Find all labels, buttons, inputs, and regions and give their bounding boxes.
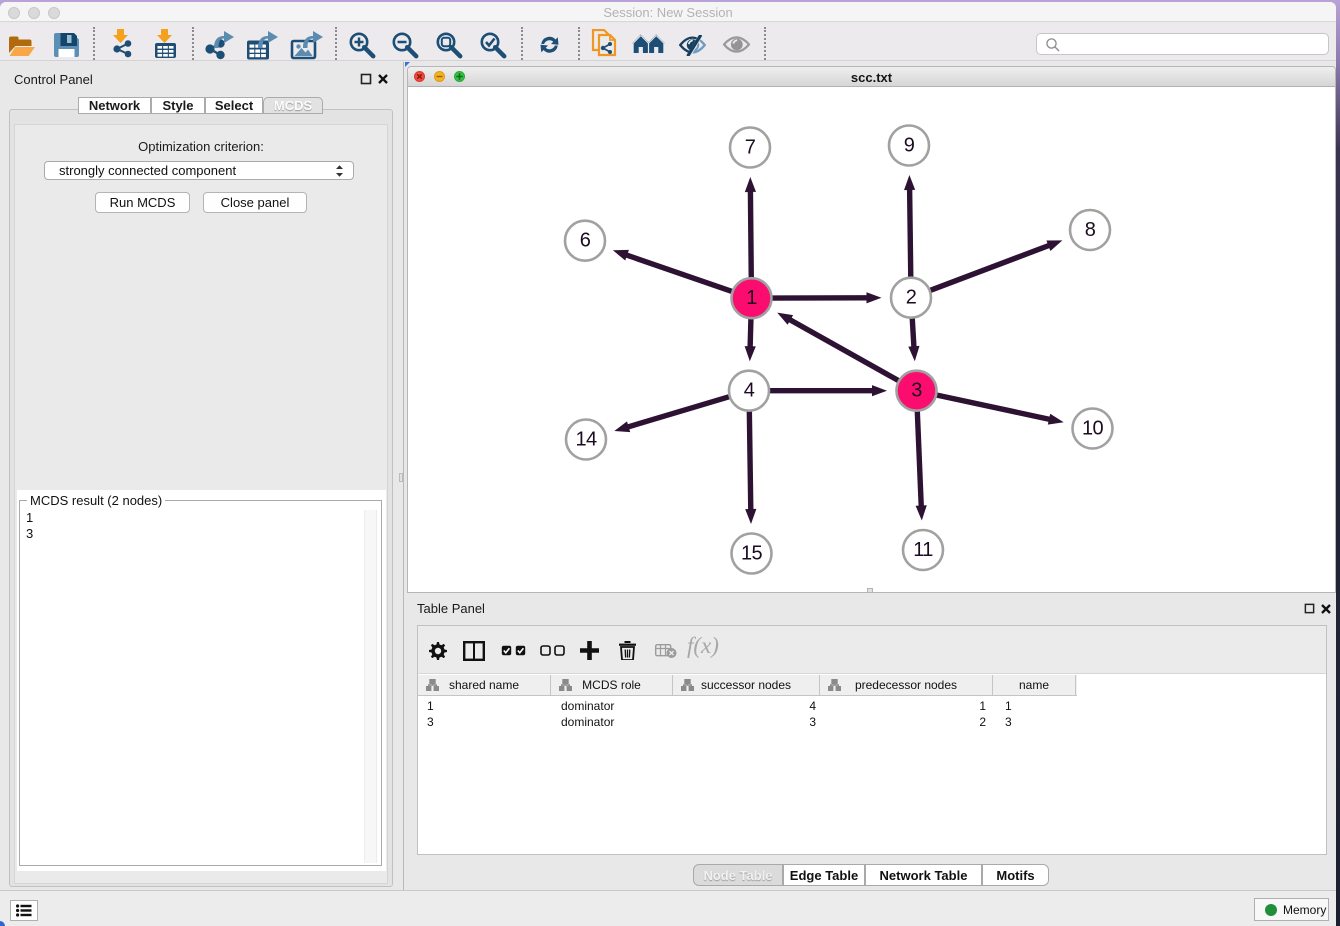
- svg-text:4: 4: [744, 380, 755, 402]
- svg-text:15: 15: [741, 543, 763, 565]
- svg-text:8: 8: [1085, 219, 1096, 241]
- svg-text:1: 1: [746, 287, 757, 309]
- svg-text:14: 14: [575, 429, 597, 451]
- svg-text:9: 9: [904, 135, 915, 157]
- svg-text:11: 11: [913, 539, 933, 561]
- svg-text:10: 10: [1082, 418, 1104, 440]
- svg-text:3: 3: [911, 380, 922, 402]
- svg-text:7: 7: [745, 137, 756, 159]
- svg-text:2: 2: [906, 287, 917, 309]
- svg-text:6: 6: [580, 230, 591, 252]
